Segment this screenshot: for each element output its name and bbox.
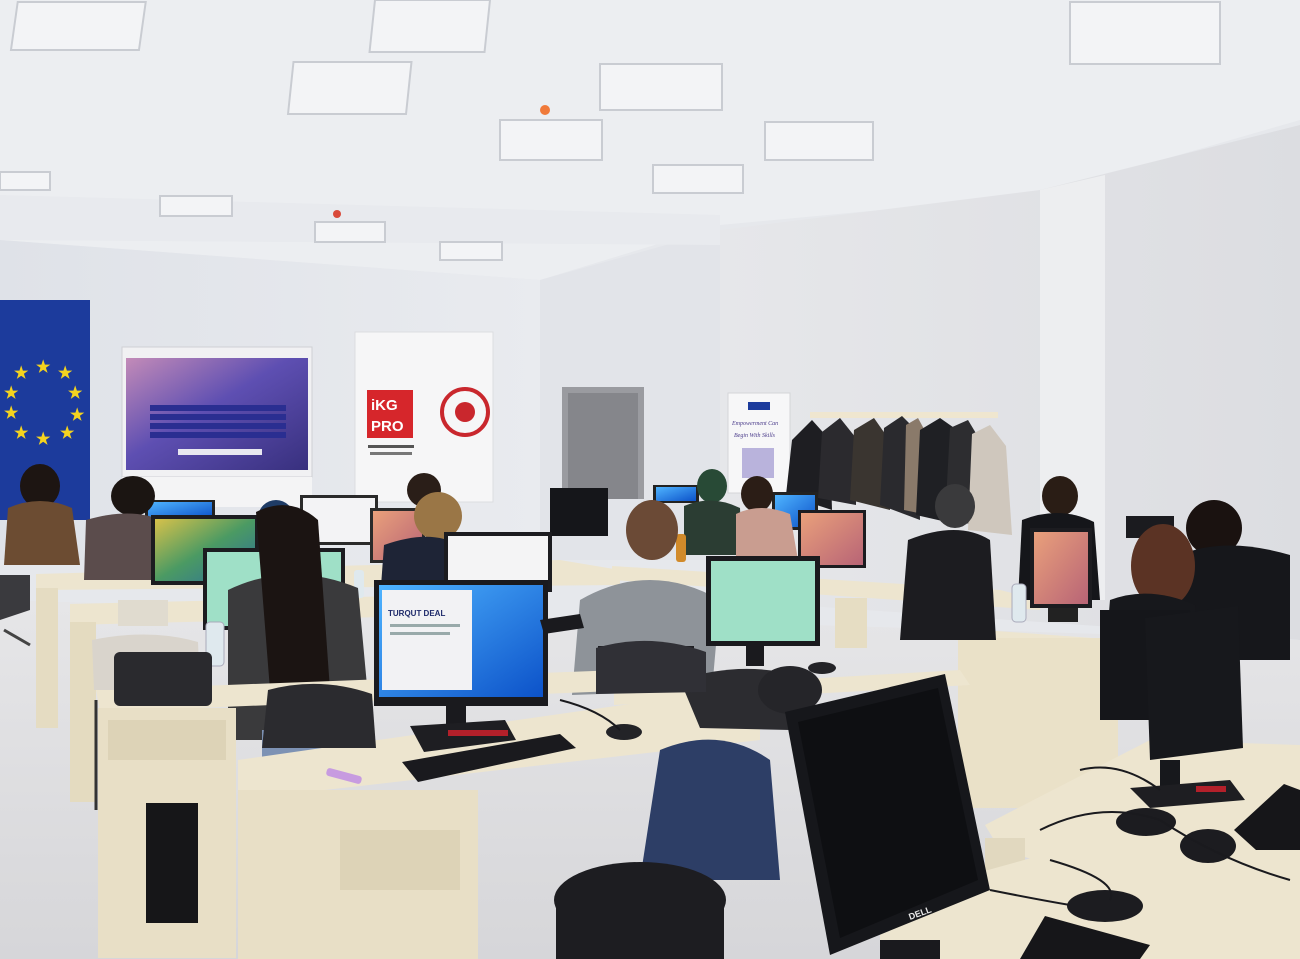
svg-text:★: ★ bbox=[4, 405, 19, 422]
svg-text:★: ★ bbox=[58, 365, 73, 382]
smoke-detector bbox=[540, 105, 550, 115]
svg-text:★: ★ bbox=[36, 431, 51, 448]
pc-tower bbox=[146, 803, 198, 923]
ikg-logo-line2: PRO bbox=[371, 418, 404, 435]
classroom-photo: ★ ★ ★ ★★★ ★★★ ★ iKG PRO Empowerment Can Be… bbox=[0, 0, 1300, 959]
svg-text:★: ★ bbox=[60, 425, 75, 442]
svg-text:★: ★ bbox=[4, 385, 19, 402]
svg-text:★: ★ bbox=[68, 385, 83, 402]
door bbox=[562, 387, 644, 499]
denim-jacket bbox=[640, 739, 780, 880]
svg-text:★: ★ bbox=[70, 407, 85, 424]
svg-text:★: ★ bbox=[14, 365, 29, 382]
projector-screen bbox=[121, 346, 313, 507]
mouse bbox=[606, 724, 642, 740]
svg-text:★: ★ bbox=[14, 425, 29, 442]
spreadsheet-screen bbox=[711, 561, 815, 641]
document-title: TURQUT DEAL bbox=[388, 609, 445, 618]
svg-text:★: ★ bbox=[36, 359, 51, 376]
sensor bbox=[333, 210, 341, 218]
project-banner-line1: Empowerment Can bbox=[731, 421, 778, 427]
document-window bbox=[382, 590, 472, 690]
ikg-logo-line1: iKG bbox=[371, 397, 398, 414]
project-banner-line2: Begin With Skills bbox=[734, 433, 776, 439]
classroom-scene: ★ ★ ★ ★ ★ ★ ★ ★ ★ ★ iKG PRO Empowerment Can Be… bbox=[0, 0, 1300, 959]
